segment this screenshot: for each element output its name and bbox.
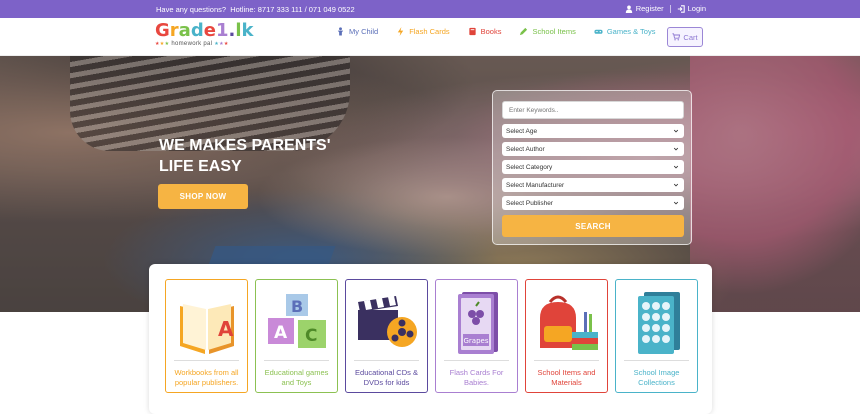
nav-item-school-items[interactable]: School Items: [519, 27, 576, 36]
search-button[interactable]: SEARCH: [502, 215, 684, 237]
divider: [669, 4, 671, 13]
register-link[interactable]: Register: [625, 4, 664, 13]
author-select[interactable]: Select Author: [502, 142, 684, 156]
select-value: Select Author: [506, 145, 545, 153]
category-label: Educational games and Toys: [264, 368, 329, 387]
image-book-icon: [638, 292, 680, 354]
category-label: Workbooks from all popular publishers.: [174, 368, 239, 387]
bolt-icon: [397, 27, 404, 36]
backpack-icon: [540, 295, 598, 350]
gamepad-icon: [594, 29, 603, 34]
login-link[interactable]: Login: [677, 4, 706, 13]
nav-item-books[interactable]: Books: [468, 27, 502, 36]
manufacturer-select[interactable]: Select Manufacturer: [502, 178, 684, 192]
category-label: School Items and Materials: [537, 368, 596, 387]
select-value: Select Category: [506, 163, 553, 171]
nav-label: School Items: [532, 27, 576, 36]
logo-tagline: ★★★ homework pal ★★★: [155, 41, 229, 47]
login-icon: [677, 4, 685, 13]
shop-now-button[interactable]: SHOP NOW: [158, 184, 248, 209]
divider: [174, 360, 239, 361]
nav-label: Books: [480, 27, 502, 36]
film-reel-icon: [358, 296, 417, 347]
category-card-school-items[interactable]: School Items and Materials: [525, 279, 608, 393]
account-links: Register Login: [625, 4, 706, 13]
user-icon: [625, 5, 632, 13]
flash-card-icon: Grapes: [458, 292, 498, 354]
login-label: Login: [687, 4, 706, 13]
chevron-down-icon: [673, 201, 679, 205]
contact-info: Have any questions? Hotline: 8717 333 11…: [156, 5, 355, 14]
register-label: Register: [635, 4, 664, 13]
child-icon: [337, 27, 344, 36]
divider: [444, 360, 509, 361]
abc-blocks-icon: B A C: [268, 294, 326, 348]
nav-item-games-toys[interactable]: Games & Toys: [594, 27, 656, 36]
cart-label: Cart: [683, 32, 698, 42]
chevron-down-icon: [673, 147, 679, 151]
cart-icon: [672, 33, 681, 41]
hero-title: WE MAKES PARENTS' LIFE EASY: [159, 137, 331, 175]
divider: [264, 360, 329, 361]
category-label: Educational CDs & DVDs for kids: [355, 368, 418, 387]
category-card-image-collections[interactable]: School Image Collections: [615, 279, 698, 393]
category-card-games-toys[interactable]: B A C Educational games and Toys: [255, 279, 338, 393]
chevron-down-icon: [673, 183, 679, 187]
nav-label: My Child: [349, 27, 379, 36]
logo-wordmark: Grade1.lk: [155, 20, 254, 41]
question-text: Have any questions?: [156, 5, 227, 14]
chevron-down-icon: [673, 129, 679, 133]
hotline-text: Hotline: 8717 333 111 / 071 049 0522: [230, 5, 355, 14]
pencil-icon: [520, 27, 528, 36]
workbook-icon: A: [180, 304, 234, 354]
chevron-down-icon: [673, 165, 679, 169]
select-value: Select Manufacturer: [506, 181, 565, 189]
top-info-bar: Have any questions? Hotline: 8717 333 11…: [0, 0, 860, 18]
select-value: Select Age: [506, 127, 538, 135]
svg-text:C: C: [305, 326, 317, 346]
svg-text:Grapes: Grapes: [464, 337, 489, 345]
main-header: Grade1.lk ★★★ homework pal ★★★ My Child …: [0, 18, 860, 56]
category-panel: A Workbooks from all popular publishers.…: [149, 264, 712, 414]
divider: [624, 360, 689, 361]
select-value: Select Publisher: [506, 199, 553, 207]
svg-text:A: A: [274, 323, 288, 343]
category-label: Flash Cards For Babies.: [449, 368, 504, 387]
divider: [534, 360, 599, 361]
book-icon: [468, 27, 476, 36]
nav-item-flash-cards[interactable]: Flash Cards: [396, 27, 450, 36]
site-logo[interactable]: Grade1.lk ★★★ homework pal ★★★: [155, 20, 254, 54]
tagline-text: homework pal: [171, 41, 213, 47]
nav-label: Flash Cards: [409, 27, 450, 36]
main-nav: My Child Flash Cards Books School Items …: [336, 27, 673, 36]
publisher-select[interactable]: Select Publisher: [502, 196, 684, 210]
category-card-workbooks[interactable]: A Workbooks from all popular publishers.: [165, 279, 248, 393]
svg-text:A: A: [218, 317, 234, 341]
keyword-input[interactable]: [502, 101, 684, 119]
svg-text:B: B: [291, 297, 303, 316]
age-select[interactable]: Select Age: [502, 124, 684, 138]
category-select[interactable]: Select Category: [502, 160, 684, 174]
category-card-flash-cards[interactable]: Grapes Flash Cards For Babies.: [435, 279, 518, 393]
cart-button[interactable]: Cart: [667, 27, 703, 47]
nav-item-my-child[interactable]: My Child: [336, 27, 378, 36]
divider: [354, 360, 419, 361]
category-label: School Image Collections: [633, 368, 680, 387]
nav-label: Games & Toys: [606, 27, 656, 36]
category-card-cds-dvds[interactable]: Educational CDs & DVDs for kids: [345, 279, 428, 393]
product-search-panel: Select Age Select Author Select Category…: [492, 90, 692, 245]
